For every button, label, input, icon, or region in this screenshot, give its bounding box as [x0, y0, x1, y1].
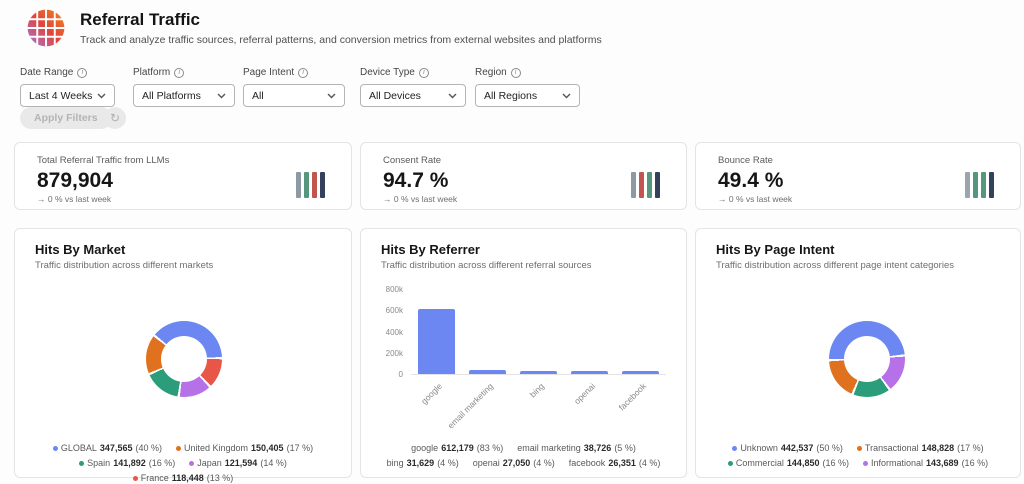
apply-filters-button[interactable]: Apply Filters: [20, 107, 112, 129]
panel-title: Hits By Page Intent: [716, 242, 835, 257]
panel-subtitle: Traffic distribution across different re…: [381, 260, 592, 271]
referrer-legend: google 612,179 (83 %) email marketing 38,72…: [369, 443, 678, 468]
chevron-down-icon: [448, 93, 457, 99]
bar-chart-icon: [631, 172, 660, 198]
legend-item: Unknown 442,537 (50 %): [732, 443, 843, 453]
panel-title: Hits By Market: [35, 242, 126, 257]
info-icon[interactable]: i: [510, 67, 521, 78]
referrer-bar-chart: 800k 600k 400k 200k 0 google email marketing bi…: [361, 285, 686, 437]
y-axis-tick: 0: [398, 370, 403, 379]
legend-item: facebook 26,351 (4 %): [568, 458, 661, 468]
kpi-label: Consent Rate: [383, 155, 442, 166]
filter-page-intent: Page Intent i All: [243, 67, 345, 107]
market-legend: GLOBAL 347,565 (40 %) United Kingdom 150,40…: [23, 443, 343, 483]
panel-hits-by-market: Hits By Market Traffic distribution acro…: [14, 228, 352, 483]
page-intent-legend: Unknown 442,537 (50 %) Transactional 148,82…: [704, 443, 1012, 468]
kpi-label: Bounce Rate: [718, 155, 773, 166]
legend-dot: [175, 445, 181, 451]
kpi-delta: → 0 % vs last week: [37, 194, 112, 204]
page-intent-donut-chart: [829, 321, 905, 397]
legend-dot: [132, 475, 138, 481]
legend-dot: [732, 445, 738, 451]
kpi-value: 94.7 %: [383, 169, 449, 192]
y-axis-tick: 400k: [385, 327, 403, 337]
chevron-down-icon: [327, 93, 336, 99]
kpi-value: 879,904: [37, 169, 113, 192]
legend-item: France 118,448 (13 %): [132, 473, 233, 483]
filter-region: Region i All Regions: [475, 67, 580, 107]
legend-dot: [862, 460, 868, 466]
legend-item: Informational 143,689 (16 %): [862, 458, 988, 468]
refresh-icon[interactable]: ↻: [104, 107, 126, 129]
y-axis-tick: 600k: [385, 306, 403, 316]
kpi-delta: → 0 % vs last week: [383, 194, 458, 204]
legend-item: Commercial 144,850 (16 %): [727, 458, 849, 468]
page-intent-select[interactable]: All: [243, 84, 345, 107]
legend-item: email marketing 38,726 (5 %): [517, 443, 636, 453]
legend-dot: [189, 460, 195, 466]
y-axis-tick: 200k: [385, 348, 403, 358]
filter-device-type: Device Type i All Devices: [360, 67, 466, 107]
bar-bing: [520, 371, 557, 374]
filter-date-range: Date Range i Last 4 Weeks: [20, 67, 115, 107]
legend-item: google 612,179 (83 %): [411, 443, 504, 453]
info-icon[interactable]: i: [77, 67, 88, 78]
kpi-card-consent-rate: Consent Rate 94.7 % → 0 % vs last week: [360, 142, 687, 210]
panel-hits-by-page-intent: Hits By Page Intent Traffic distribution…: [695, 228, 1021, 478]
bar-email-marketing: [469, 370, 506, 374]
legend-item: openai 27,050 (4 %): [472, 458, 555, 468]
y-axis-tick: 800k: [385, 285, 403, 294]
bar-facebook: [622, 371, 659, 374]
legend-item: Transactional 148,828 (17 %): [856, 443, 984, 453]
legend-dot: [856, 445, 862, 451]
chevron-down-icon: [217, 93, 226, 99]
platform-select[interactable]: All Platforms: [133, 84, 235, 107]
panel-hits-by-referrer: Hits By Referrer Traffic distribution ac…: [360, 228, 687, 478]
panel-subtitle: Traffic distribution across different pa…: [716, 260, 954, 271]
chevron-down-icon: [562, 93, 571, 99]
filter-label: Platform: [133, 67, 171, 78]
info-icon[interactable]: i: [298, 67, 309, 78]
legend-dot: [727, 460, 733, 466]
filter-label: Date Range: [20, 67, 74, 78]
kpi-card-total-traffic: Total Referral Traffic from LLMs 879,904…: [14, 142, 352, 210]
legend-item: Japan 121,594 (14 %): [189, 458, 287, 468]
legend-item: bing 31,629 (4 %): [386, 458, 459, 468]
kpi-card-bounce-rate: Bounce Rate 49.4 % → 0 % vs last week: [695, 142, 1021, 210]
panel-title: Hits By Referrer: [381, 242, 480, 257]
market-donut-chart: [146, 321, 222, 397]
kpi-delta: → 0 % vs last week: [718, 194, 793, 204]
bar-chart-icon: [296, 172, 325, 198]
globe-icon: [27, 9, 65, 47]
date-range-select[interactable]: Last 4 Weeks: [20, 84, 115, 107]
device-type-select[interactable]: All Devices: [360, 84, 466, 107]
legend-dot: [79, 460, 85, 466]
region-select[interactable]: All Regions: [475, 84, 580, 107]
bar-chart-icon: [965, 172, 994, 198]
chevron-down-icon: [97, 93, 106, 99]
info-icon[interactable]: i: [174, 67, 185, 78]
legend-item: Spain 141,892 (16 %): [79, 458, 175, 468]
legend-item: United Kingdom 150,405 (17 %): [175, 443, 313, 453]
legend-item: GLOBAL 347,565 (40 %): [52, 443, 162, 453]
filter-label: Device Type: [360, 67, 415, 78]
panel-subtitle: Traffic distribution across different ma…: [35, 260, 214, 271]
kpi-value: 49.4 %: [718, 169, 784, 192]
filter-platform: Platform i All Platforms: [133, 67, 235, 107]
page-subtitle: Track and analyze traffic sources, refer…: [80, 34, 602, 46]
page-title: Referral Traffic: [80, 10, 200, 29]
filter-label: Region: [475, 67, 507, 78]
bar-google: [418, 309, 455, 374]
legend-dot: [52, 445, 58, 451]
bar-openai: [571, 371, 608, 374]
filter-label: Page Intent: [243, 67, 295, 78]
kpi-label: Total Referral Traffic from LLMs: [37, 155, 170, 166]
x-axis-line: [411, 374, 666, 375]
info-icon[interactable]: i: [418, 67, 429, 78]
